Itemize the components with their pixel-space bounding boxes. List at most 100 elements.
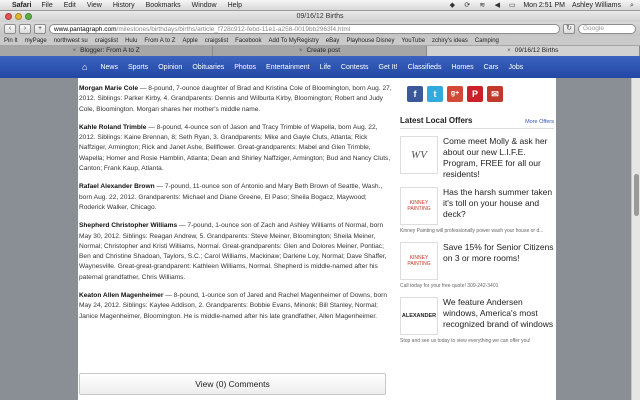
more-offers-link[interactable]: More Offers (525, 119, 554, 125)
scrollbar-thumb[interactable] (634, 174, 639, 216)
nav-classifieds[interactable]: Classifieds (403, 64, 447, 71)
bookmark-item[interactable]: zchiry's ideas (432, 38, 468, 44)
twitter-icon[interactable]: t (427, 86, 443, 102)
email-icon[interactable]: ✉ (487, 86, 503, 102)
page-scrollbar[interactable] (631, 78, 640, 400)
zoom-window-button[interactable] (25, 13, 32, 20)
offer-title[interactable]: Save 15% for Senior Citizens on 3 or mor… (443, 242, 554, 280)
offer-description: Stop and see us today to view everything… (400, 338, 531, 344)
nav-news[interactable]: News (95, 64, 123, 71)
window-titlebar: 09/16/12 Births (0, 11, 640, 22)
window-title: 09/16/12 Births (296, 13, 344, 20)
birth-details: — 7-pound, 1-ounce son of Zach and Ashle… (79, 222, 387, 281)
bookmark-item[interactable]: Apple (182, 38, 197, 44)
bookmarks-bar: Pin It myPage northwest su craigslist Hu… (0, 36, 640, 46)
close-tab-icon[interactable]: × (299, 46, 303, 56)
url-host: www.pantagraph.com (54, 25, 117, 33)
bookmark-item[interactable]: Facebook (235, 38, 261, 44)
pinterest-icon[interactable]: P (467, 86, 483, 102)
menu-edit[interactable]: Edit (64, 2, 76, 9)
offers-header: Latest Local Offers More Offers (400, 116, 554, 129)
nav-sports[interactable]: Sports (123, 64, 153, 71)
view-comments-button[interactable]: View (0) Comments (79, 373, 386, 395)
menu-file[interactable]: File (41, 2, 52, 9)
nav-photos[interactable]: Photos (229, 64, 261, 71)
nav-jobs[interactable]: Jobs (503, 64, 528, 71)
bookmark-item[interactable]: From A to Z (144, 38, 175, 44)
nav-get-it[interactable]: Get It! (374, 64, 403, 71)
minimize-window-button[interactable] (15, 13, 22, 20)
tab-births[interactable]: × 09/16/12 Births (426, 46, 640, 56)
tab-label: Create post (306, 47, 341, 54)
bookmark-item[interactable]: Pin It (4, 38, 18, 44)
menu-window[interactable]: Window (192, 2, 217, 9)
bookmark-item[interactable]: craigslist (95, 38, 118, 44)
nav-life[interactable]: Life (315, 64, 336, 71)
offer-item[interactable]: KINNEY PAINTING Has the harsh summer tak… (400, 187, 554, 225)
baby-name: Shepherd Christopher Williams (79, 222, 178, 230)
birth-entry: Shepherd Christopher Williams — 7-pound,… (79, 221, 394, 283)
offer-title[interactable]: Has the harsh summer taken it's toll on … (443, 187, 554, 225)
back-button[interactable]: ‹ (4, 24, 16, 34)
reload-icon[interactable]: ↻ (563, 24, 575, 34)
birth-entry: Rafael Alexander Brown — 7-pound, 11-oun… (79, 182, 394, 213)
bookmark-item[interactable]: Playhouse Disney (346, 38, 394, 44)
offer-item[interactable]: WV Come meet Molly & ask her about our n… (400, 136, 554, 180)
offer-logo: WV (400, 136, 438, 174)
offer-item[interactable]: KINNEY PAINTING Save 15% for Senior Citi… (400, 242, 554, 280)
nav-contests[interactable]: Contests (336, 64, 374, 71)
facebook-icon[interactable]: f (407, 86, 423, 102)
menu-bookmarks[interactable]: Bookmarks (146, 2, 181, 9)
bookmark-item[interactable]: eBay (326, 38, 340, 44)
battery-icon[interactable]: ▭ (508, 2, 516, 9)
dropbox-icon[interactable]: ◆ (448, 2, 456, 9)
close-tab-icon[interactable]: × (73, 46, 77, 56)
offer-logo: KINNEY PAINTING (400, 187, 438, 225)
birth-details: — 8-pound, 4-ounce son of Jason and Trac… (79, 123, 391, 173)
birth-entry: Keaton Allen Magenheimer — 8-pound, 1-ou… (79, 291, 394, 322)
forward-button[interactable]: › (19, 24, 31, 34)
share-button[interactable]: + (34, 24, 46, 34)
menu-help[interactable]: Help (228, 2, 242, 9)
baby-name: Keaton Allen Magenheimer (79, 292, 164, 300)
page-margin-left (0, 78, 78, 400)
baby-name: Morgan Marie Cole (79, 85, 138, 92)
offer-description: Call today for your free quote! 309-242-… (400, 283, 499, 289)
wifi-icon[interactable]: ≋ (478, 2, 486, 9)
nav-obituaries[interactable]: Obituaries (187, 64, 229, 71)
offer-item[interactable]: ALEXANDER We feature Andersen windows, A… (400, 297, 554, 335)
bookmark-item[interactable]: YouTube (401, 38, 425, 44)
nav-homes[interactable]: Homes (446, 64, 478, 71)
bookmark-item[interactable]: Camping (475, 38, 499, 44)
bookmark-item[interactable]: myPage (25, 38, 47, 44)
google-plus-icon[interactable]: g+ (447, 86, 463, 102)
menu-history[interactable]: History (113, 2, 135, 9)
close-tab-icon[interactable]: × (507, 46, 511, 56)
baby-name: Kahle Roland Trimble (79, 123, 147, 131)
nav-opinion[interactable]: Opinion (153, 64, 187, 71)
tab-create-post[interactable]: × Create post (213, 46, 427, 56)
bookmark-item[interactable]: Add To MyRegistry (269, 38, 319, 44)
nav-entertainment[interactable]: Entertainment (261, 64, 315, 71)
close-window-button[interactable] (5, 13, 12, 20)
search-icon[interactable]: ⌕ (628, 2, 636, 9)
bookmark-item[interactable]: craigslist (205, 38, 228, 44)
sync-icon[interactable]: ⟳ (463, 2, 471, 9)
clock[interactable]: Mon 2:51 PM (523, 2, 565, 9)
url-path: /milestones/birthdays/births/article_f72… (116, 25, 351, 33)
user-name[interactable]: Ashley Williams (572, 2, 621, 9)
home-icon[interactable]: ⌂ (82, 62, 87, 72)
offer-logo: ALEXANDER (400, 297, 438, 335)
app-menu[interactable]: Safari (12, 2, 31, 9)
bookmark-item[interactable]: northwest su (54, 38, 88, 44)
offer-title[interactable]: Come meet Molly & ask her about our new … (443, 136, 554, 180)
nav-cars[interactable]: Cars (479, 64, 504, 71)
search-field[interactable]: Google (578, 24, 636, 34)
social-share-bar: f t g+ P ✉ (407, 86, 554, 102)
offer-title[interactable]: We feature Andersen windows, America's m… (443, 297, 554, 335)
volume-icon[interactable]: ◀ (493, 2, 501, 9)
tab-blogger[interactable]: × Blogger: From A to Z (0, 46, 214, 56)
bookmark-item[interactable]: Hulu (125, 38, 137, 44)
address-bar[interactable]: www.pantagraph.com/milestones/birthdays/… (49, 24, 560, 34)
menu-view[interactable]: View (87, 2, 102, 9)
